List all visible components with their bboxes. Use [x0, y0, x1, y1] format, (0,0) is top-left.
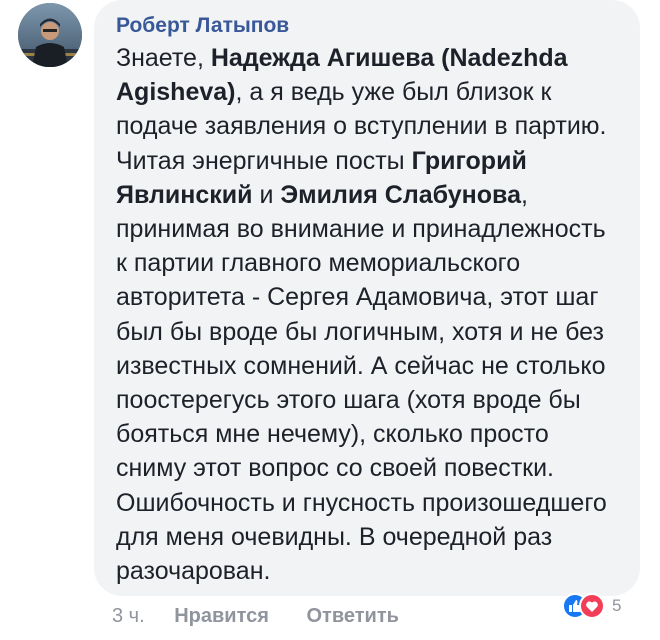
comment-timestamp[interactable]: 3 ч. — [112, 605, 145, 627]
comment-text-segment: Знаете, — [116, 44, 211, 72]
avatar-photo — [18, 3, 82, 67]
love-icon — [579, 593, 605, 619]
comment-bubble: Роберт Латыпов Знаете, Надежда Агишева (… — [94, 0, 640, 596]
comment-text-segment: и — [252, 180, 281, 209]
reply-button[interactable]: Ответить — [306, 605, 398, 627]
reactions-summary[interactable]: 5 — [562, 593, 621, 619]
comment-actions: 3 ч. Нравится Ответить — [112, 605, 399, 628]
comment-text: Знаете, Надежда Агишева (Nadezhda Agishe… — [116, 41, 616, 588]
reaction-count: 5 — [612, 596, 622, 615]
like-button[interactable]: Нравится — [174, 605, 269, 627]
mentioned-name-link[interactable]: Эмилия Слабунова — [280, 181, 521, 209]
comment-author[interactable]: Роберт Латыпов — [116, 14, 289, 38]
comment: Роберт Латыпов Знаете, Надежда Агишева (… — [0, 0, 660, 640]
avatar[interactable] — [18, 3, 82, 67]
comment-text-segment: , принимая во внимание и принадлежность … — [116, 180, 607, 586]
